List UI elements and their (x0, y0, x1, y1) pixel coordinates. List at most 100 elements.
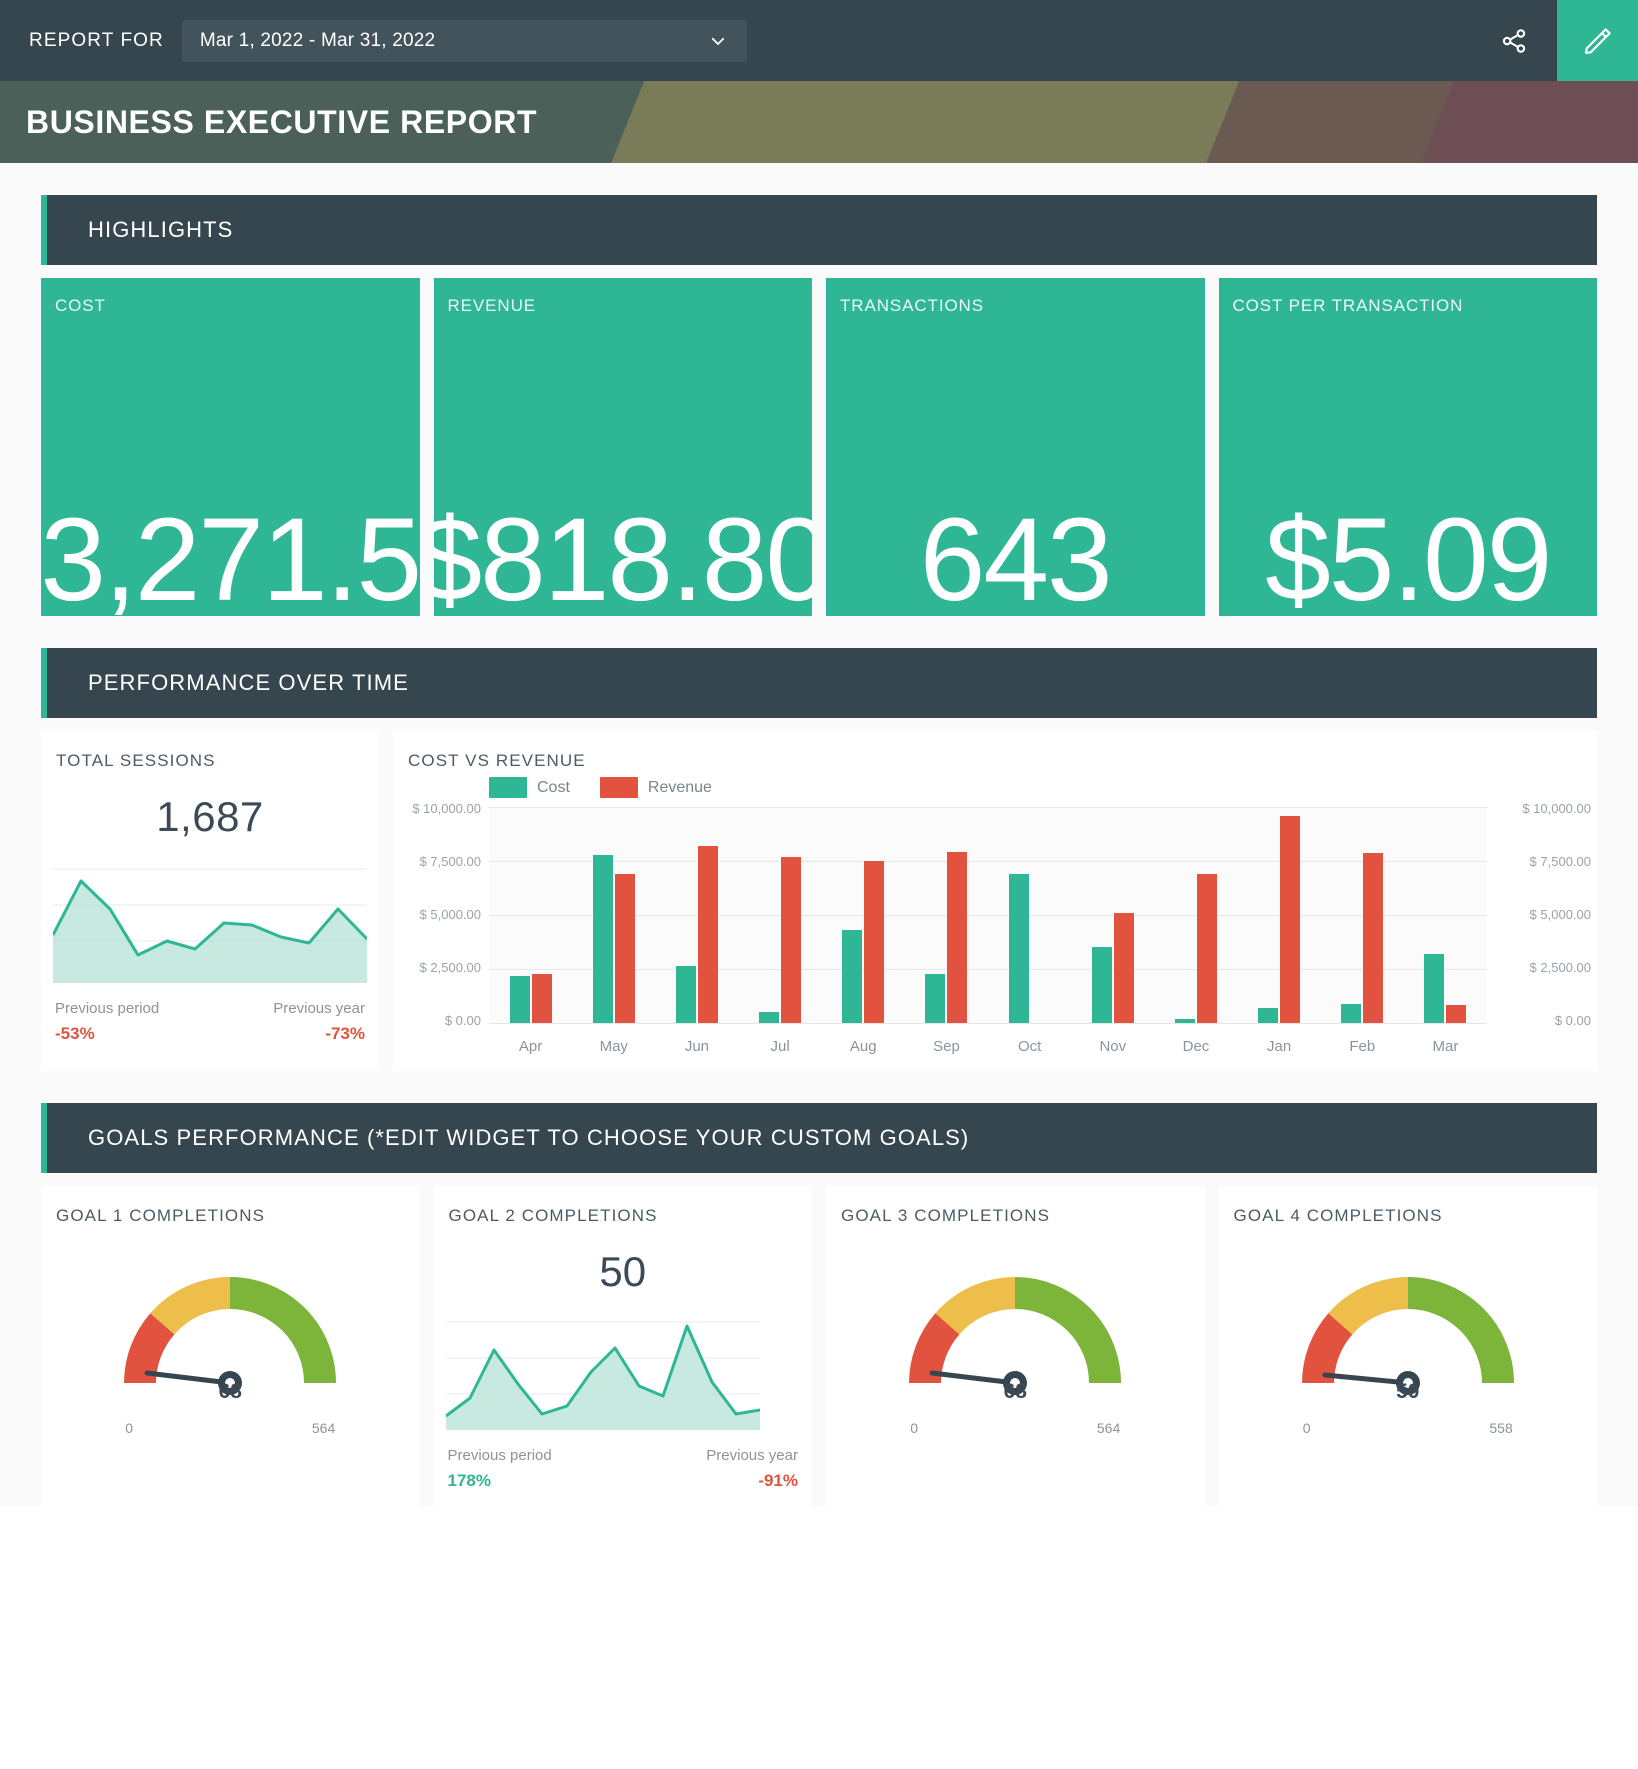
bar-group-jul (739, 807, 822, 1023)
gauge-svg-3 (909, 1277, 1122, 1395)
bar-group-feb (1321, 807, 1404, 1023)
x-axis-label-jan: Jan (1267, 1038, 1292, 1055)
bar-revenue-jul[interactable] (781, 856, 802, 1023)
sessions-previous-year-label: Previous year (273, 1000, 365, 1017)
section-title-performance: PERFORMANCE OVER TIME (88, 670, 409, 695)
kpi-row: COST $3,271.57 REVENUE $818.80 TRANSACTI… (41, 278, 1597, 616)
bar-revenue-aug[interactable] (864, 861, 885, 1023)
bar-revenue-sep[interactable] (947, 852, 968, 1023)
bar-group-jan (1238, 807, 1321, 1023)
x-axis-label-jun: Jun (684, 1038, 710, 1055)
edit-report-button[interactable] (1557, 0, 1638, 81)
bar-cost-mar[interactable] (1424, 953, 1445, 1023)
bar-cost-jan[interactable] (1258, 1008, 1279, 1023)
report-body: HIGHLIGHTS COST $3,271.57 REVENUE $818.8… (0, 163, 1638, 1506)
section-header-highlights: HIGHLIGHTS (41, 195, 1597, 265)
total-sessions-value: 1,687 (156, 793, 264, 840)
widget-title-cost-vs-revenue: COST VS REVENUE (408, 751, 586, 770)
bar-revenue-apr[interactable] (531, 973, 552, 1023)
goal-2-previous-year: Previous year -91% (706, 1447, 798, 1491)
legend-item-cost: Cost (489, 777, 570, 798)
goal-2-previous-year-label: Previous year (706, 1447, 798, 1464)
kpi-label-cost-per-transaction: COST PER TRANSACTION (1232, 296, 1464, 315)
bar-group-mar (1404, 807, 1487, 1023)
bar-group-sep (905, 807, 988, 1023)
bar-cost-feb[interactable] (1341, 1003, 1362, 1023)
chart-plot-area: $ 10,000.00 $ 7,500.00 $ 5,000.00 $ 2,50… (393, 797, 1597, 1071)
bar-revenue-nov[interactable] (1113, 912, 1134, 1023)
bar-cost-apr[interactable] (509, 975, 530, 1023)
date-range-select[interactable]: Mar 1, 2022 - Mar 31, 2022 (181, 19, 747, 62)
bar-group-may (572, 807, 655, 1023)
x-axis-label-may: May (599, 1038, 628, 1055)
goal-2-value: 50 (599, 1248, 647, 1295)
sessions-previous-year: Previous year -73% (273, 1000, 365, 1044)
bar-revenue-mar[interactable] (1446, 1005, 1467, 1023)
goal-2-previous-period: Previous period 178% (448, 1447, 552, 1491)
share-button[interactable] (1471, 0, 1557, 81)
widget-goal-1: GOAL 1 COMPLETIONS 68 0 564 (41, 1186, 420, 1506)
gauge-max-3: 564 (1096, 1420, 1121, 1436)
x-axis-label-dec: Dec (1182, 1038, 1210, 1055)
kpi-value-transactions: 643 (919, 493, 1113, 617)
legend-item-revenue: Revenue (599, 777, 712, 798)
x-axis-labels: Apr May Jun Jul Aug Sep Oct Nov Dec Jan Feb Mar (489, 1038, 1487, 1055)
bar-revenue-feb[interactable] (1363, 853, 1384, 1023)
gauge-min-1: 0 (125, 1420, 134, 1436)
bar-cost-may[interactable] (592, 854, 613, 1023)
x-axis-label-jul: Jul (770, 1038, 790, 1055)
widget-title-goal-1: GOAL 1 COMPLETIONS (56, 1206, 266, 1225)
kpi-card-revenue: REVENUE $818.80 (433, 278, 812, 616)
bar-revenue-jun[interactable] (697, 845, 718, 1023)
widget-title-goal-3: GOAL 3 COMPLETIONS (841, 1206, 1051, 1225)
bar-group-nov (1071, 807, 1154, 1023)
y-axis-left-tick-0: $ 0.00 (444, 1013, 481, 1028)
goals-row: GOAL 1 COMPLETIONS 68 0 564 GOAL 2 COMPL… (41, 1186, 1597, 1506)
widget-title-total-sessions: TOTAL SESSIONS (56, 751, 216, 770)
gauge-value-1: 68 (218, 1380, 242, 1403)
widget-total-sessions: TOTAL SESSIONS 1,687 Previous period -53… (41, 731, 379, 1071)
widget-goal-4: GOAL 4 COMPLETIONS 50 0 558 (1218, 1186, 1597, 1506)
y-axis-left-tick-2500: $ 2,500.00 (419, 960, 481, 975)
bar-revenue-jan[interactable] (1280, 815, 1301, 1023)
sessions-previous-period-delta: -53% (55, 1024, 95, 1043)
bar-revenue-dec[interactable] (1196, 873, 1217, 1023)
kpi-value-cost: $3,271.57 (41, 493, 420, 617)
bar-cost-dec[interactable] (1174, 1019, 1195, 1023)
goal-2-sparkline (434, 1318, 813, 1435)
bar-cost-oct[interactable] (1008, 873, 1029, 1023)
y-axis-left-tick-7500: $ 7,500.00 (419, 854, 481, 869)
y-axis-right-tick-0: $ 0.00 (1554, 1013, 1591, 1028)
bar-cost-nov[interactable] (1091, 946, 1112, 1023)
bar-revenue-may[interactable] (614, 873, 635, 1023)
bar-cost-jun[interactable] (675, 966, 696, 1023)
performance-widgets-row: TOTAL SESSIONS 1,687 Previous period -53… (41, 731, 1597, 1071)
top-toolbar: REPORT FOR Mar 1, 2022 - Mar 31, 2022 (0, 0, 1638, 81)
legend-swatch-cost (489, 777, 527, 798)
bar-cost-sep[interactable] (925, 974, 946, 1023)
chevron-down-icon (711, 37, 725, 45)
toolbar-actions (1471, 0, 1638, 81)
bar-series-container (489, 807, 1487, 1023)
gauge-max-1: 564 (311, 1420, 336, 1436)
legend-label-revenue: Revenue (647, 778, 712, 796)
y-axis-left-tick-5000: $ 5,000.00 (419, 907, 481, 922)
bar-cost-jul[interactable] (759, 1011, 780, 1023)
widget-title-goal-2: GOAL 2 COMPLETIONS (448, 1206, 658, 1225)
gauge-svg-1 (124, 1277, 337, 1395)
x-axis-label-aug: Aug (849, 1038, 877, 1055)
y-axis-right-tick-10000: $ 10,000.00 (1522, 801, 1591, 816)
section-title-highlights: HIGHLIGHTS (88, 217, 234, 242)
total-sessions-sparkline (41, 863, 379, 988)
gauge-min-4: 0 (1302, 1420, 1311, 1436)
date-range-value: Mar 1, 2022 - Mar 31, 2022 (199, 29, 436, 51)
y-axis-right-tick-5000: $ 5,000.00 (1529, 907, 1591, 922)
section-title-goals: GOALS PERFORMANCE (*EDIT WIDGET TO CHOOS… (88, 1125, 970, 1150)
bar-cost-aug[interactable] (842, 929, 863, 1023)
bar-group-oct (988, 807, 1071, 1023)
widget-goal-2: GOAL 2 COMPLETIONS 50 Previous period 17… (433, 1186, 813, 1506)
kpi-label-transactions: TRANSACTIONS (840, 296, 984, 315)
y-axis-left-tick-10000: $ 10,000.00 (412, 801, 481, 816)
x-axis-label-sep: Sep (933, 1038, 960, 1055)
share-icon (1502, 28, 1526, 53)
